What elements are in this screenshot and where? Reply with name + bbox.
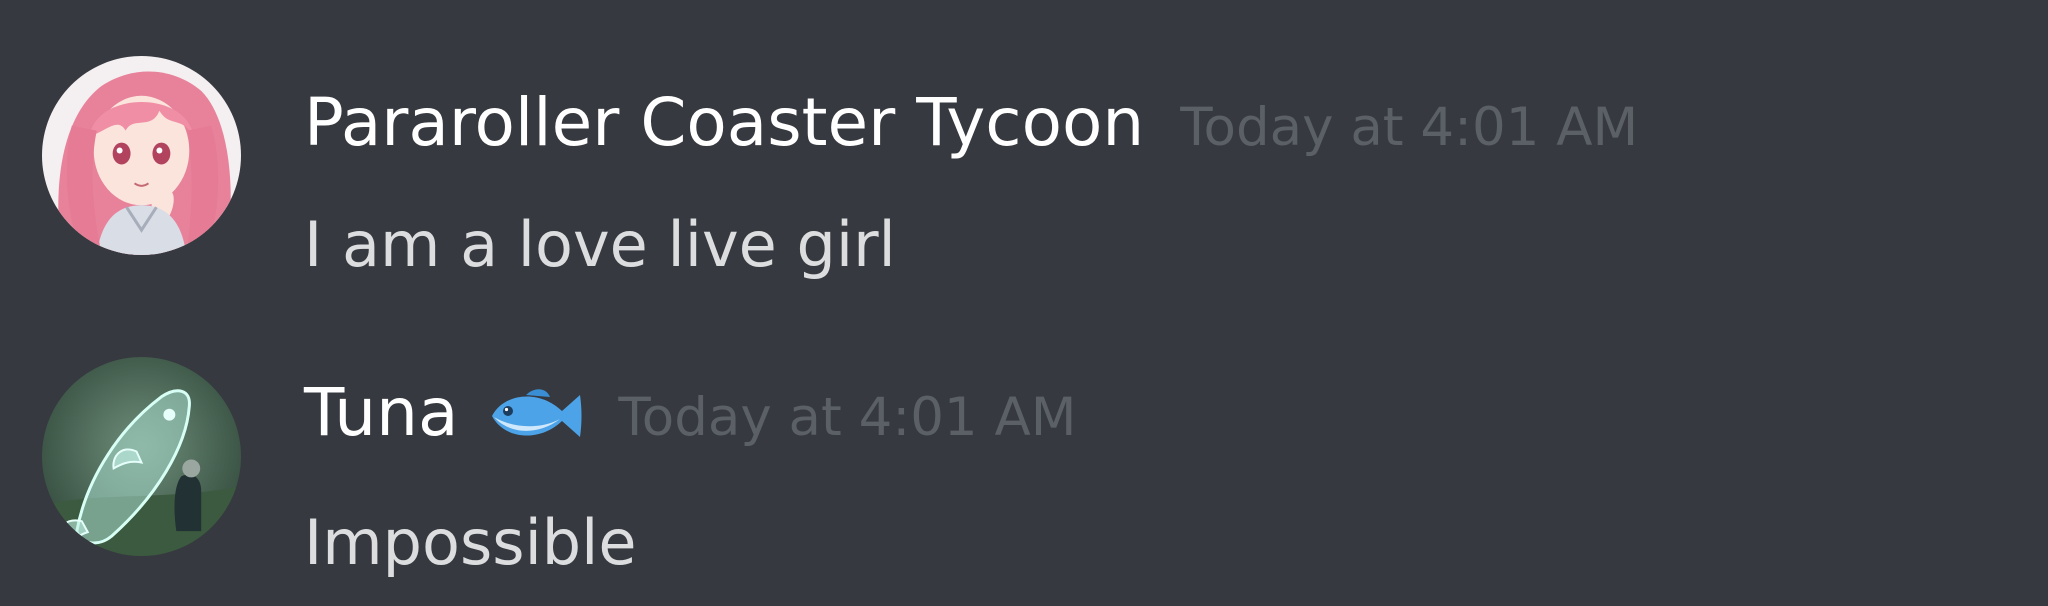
- anime-girl-avatar-icon: [42, 56, 241, 255]
- message-item: Tuna Today at 4:01 AM Impossible: [0, 300, 2048, 606]
- message-item: Pararoller Coaster Tycoon Today at 4:01 …: [0, 0, 2048, 300]
- fish-emoji-icon: [484, 381, 588, 451]
- timestamp: Today at 4:01 AM: [618, 387, 1077, 448]
- message-header: Tuna Today at 4:01 AM: [304, 368, 1077, 463]
- chat-message-list: Pararoller Coaster Tycoon Today at 4:01 …: [0, 0, 2048, 606]
- message-text: Impossible: [304, 506, 637, 579]
- username[interactable]: Pararoller Coaster Tycoon: [304, 78, 1144, 168]
- user-avatar[interactable]: [42, 357, 241, 556]
- user-avatar[interactable]: [42, 56, 241, 255]
- message-text: I am a love live girl: [304, 208, 896, 281]
- message-header: Pararoller Coaster Tycoon Today at 4:01 …: [304, 78, 1638, 173]
- timestamp: Today at 4:01 AM: [1180, 97, 1639, 158]
- username[interactable]: Tuna: [304, 368, 458, 458]
- ghost-fish-avatar-icon: [42, 357, 241, 556]
